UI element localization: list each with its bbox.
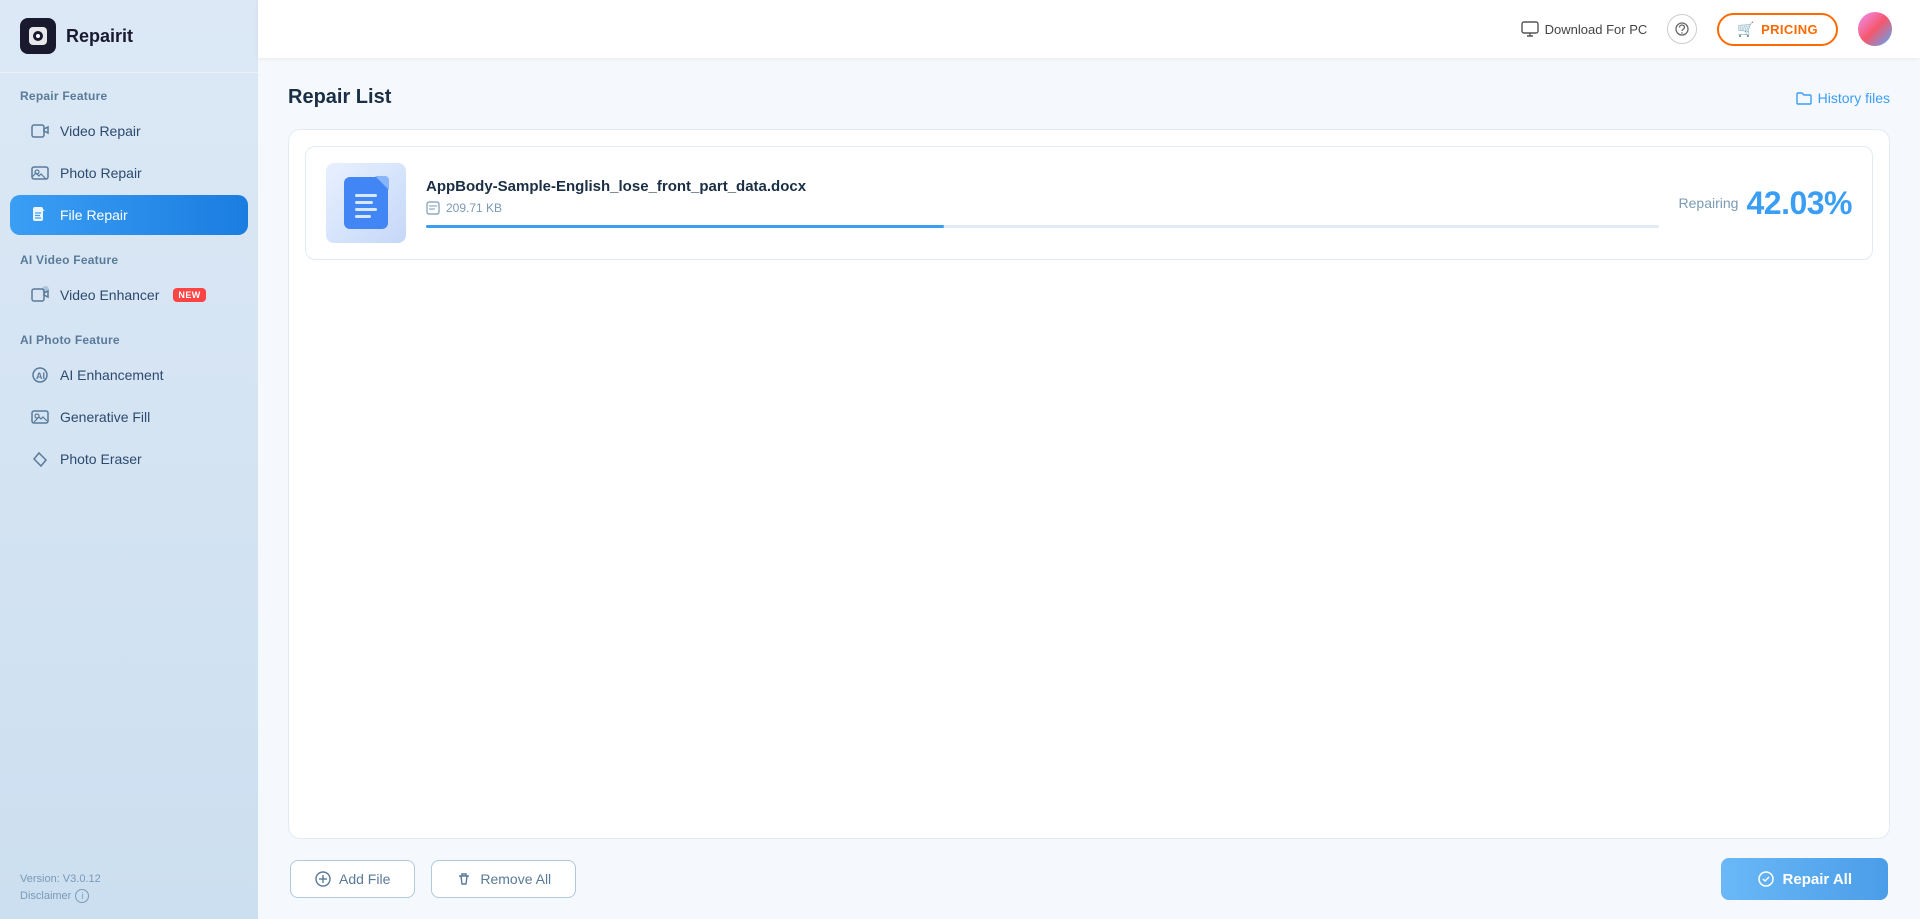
- photo-repair-label: Photo Repair: [60, 165, 142, 181]
- remove-all-label: Remove All: [480, 871, 551, 887]
- repair-all-btn[interactable]: Repair All: [1721, 858, 1888, 900]
- doc-lines: [347, 180, 385, 226]
- photo-eraser-icon: [30, 449, 50, 469]
- repair-list-title: Repair List: [288, 86, 391, 109]
- main-area: Download For PC 🛒 PRICING Repair List Hi…: [258, 0, 1920, 919]
- file-name: AppBody-Sample-English_lose_front_part_d…: [426, 178, 1659, 195]
- file-size-row: 209.71 KB: [426, 201, 1659, 215]
- download-label: Download For PC: [1545, 22, 1648, 37]
- video-enhancer-icon: [30, 285, 50, 305]
- doc-line: [355, 215, 371, 218]
- doc-line: [355, 194, 377, 197]
- sidebar-item-video-enhancer[interactable]: Video Enhancer NEW: [10, 275, 248, 315]
- download-for-pc-btn[interactable]: Download For PC: [1521, 20, 1648, 38]
- repair-all-label: Repair All: [1783, 871, 1852, 888]
- ai-video-feature-section: AI Video Feature Video Enhancer NEW: [0, 237, 258, 317]
- content: Repair List History files: [258, 58, 1920, 919]
- content-header: Repair List History files: [288, 86, 1890, 109]
- user-avatar[interactable]: [1858, 12, 1892, 46]
- file-info: AppBody-Sample-English_lose_front_part_d…: [426, 178, 1659, 228]
- ai-enhancement-icon: AI: [30, 365, 50, 385]
- doc-line: [355, 208, 377, 211]
- disclaimer-row[interactable]: Disclaimer i: [20, 889, 238, 903]
- repair-status: Repairing 42.03%: [1679, 185, 1852, 222]
- file-repair-label: File Repair: [60, 207, 128, 223]
- sidebar-item-photo-eraser[interactable]: Photo Eraser: [10, 439, 248, 479]
- pricing-label: PRICING: [1761, 22, 1818, 37]
- photo-eraser-label: Photo Eraser: [60, 451, 142, 467]
- svg-text:AI: AI: [36, 371, 45, 381]
- video-repair-icon: [30, 121, 50, 141]
- ai-video-feature-label: AI Video Feature: [0, 237, 258, 273]
- file-size-icon: [426, 201, 440, 215]
- sidebar-item-file-repair[interactable]: File Repair: [10, 195, 248, 235]
- repairing-pct: 42.03%: [1746, 185, 1852, 222]
- repair-feature-section: Repair Feature Video Repair Photo Repair: [0, 73, 258, 237]
- file-progress-fill: [426, 225, 944, 228]
- remove-all-btn[interactable]: Remove All: [431, 860, 576, 898]
- ai-enhancement-label: AI Enhancement: [60, 367, 164, 383]
- ai-photo-feature-label: AI Photo Feature: [0, 317, 258, 353]
- pricing-btn[interactable]: 🛒 PRICING: [1717, 13, 1838, 46]
- file-repair-icon: [30, 205, 50, 225]
- sidebar-item-photo-repair[interactable]: Photo Repair: [10, 153, 248, 193]
- logo-icon: [20, 18, 56, 54]
- history-files-label: History files: [1818, 90, 1890, 106]
- topbar: Download For PC 🛒 PRICING: [258, 0, 1920, 58]
- ai-photo-feature-section: AI Photo Feature AI AI Enhancement Gener…: [0, 317, 258, 481]
- repair-feature-label: Repair Feature: [0, 73, 258, 109]
- new-badge: NEW: [173, 288, 205, 302]
- file-list-area: AppBody-Sample-English_lose_front_part_d…: [288, 129, 1890, 839]
- video-repair-label: Video Repair: [60, 123, 141, 139]
- bottom-bar: Add File Remove All Repair All: [288, 839, 1890, 919]
- sidebar-item-video-repair[interactable]: Video Repair: [10, 111, 248, 151]
- sidebar: Repairit Repair Feature Video Repair Pho…: [0, 0, 258, 919]
- repair-icon: [1757, 870, 1775, 888]
- help-btn[interactable]: [1667, 14, 1697, 44]
- generative-fill-icon: [30, 407, 50, 427]
- version-text: Version: V3.0.12: [20, 873, 238, 885]
- add-file-label: Add File: [339, 871, 390, 887]
- trash-icon: [456, 871, 472, 887]
- sidebar-footer: Version: V3.0.12 Disclaimer i: [0, 857, 258, 919]
- video-enhancer-label: Video Enhancer: [60, 287, 159, 303]
- file-doc-icon: [344, 177, 388, 229]
- generative-fill-label: Generative Fill: [60, 409, 150, 425]
- sidebar-item-ai-enhancement[interactable]: AI AI Enhancement: [10, 355, 248, 395]
- headset-icon: [1674, 21, 1690, 37]
- file-thumbnail: [326, 163, 406, 243]
- file-item: AppBody-Sample-English_lose_front_part_d…: [305, 146, 1873, 260]
- folder-icon: [1796, 90, 1812, 106]
- monitor-icon: [1521, 20, 1539, 38]
- cart-icon: 🛒: [1737, 21, 1755, 38]
- photo-repair-icon: [30, 163, 50, 183]
- logo-text: Repairit: [66, 26, 133, 47]
- repairing-label: Repairing: [1679, 195, 1739, 211]
- file-progress-bar: [426, 225, 1659, 228]
- logo-area[interactable]: Repairit: [0, 0, 258, 73]
- file-size: 209.71 KB: [446, 201, 502, 215]
- sidebar-item-generative-fill[interactable]: Generative Fill: [10, 397, 248, 437]
- disclaimer-text: Disclaimer: [20, 890, 71, 902]
- info-icon: i: [75, 889, 89, 903]
- add-file-btn[interactable]: Add File: [290, 860, 415, 898]
- add-file-icon: [315, 871, 331, 887]
- doc-line: [355, 201, 373, 204]
- history-files-btn[interactable]: History files: [1796, 90, 1890, 106]
